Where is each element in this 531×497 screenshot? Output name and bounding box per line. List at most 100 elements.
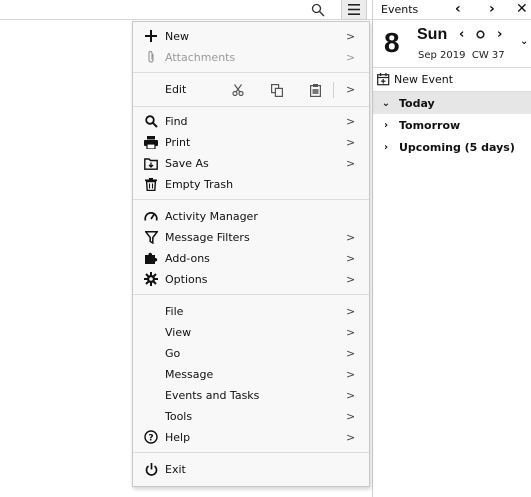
submenu-arrow-icon: > (346, 346, 356, 360)
new-event-icon (377, 73, 390, 86)
menu-label: Help (165, 430, 191, 444)
menu-separator (133, 106, 369, 107)
svg-text:?: ? (148, 434, 153, 444)
mini-day-display: 8 Sun ‹ › ⌄ Sep 2019 CW 37 (373, 20, 531, 68)
prev-day-button[interactable]: ‹ (459, 27, 464, 42)
today-pane: Events ‹ › ✕ 8 Sun ‹ › ⌄ Sep 2019 CW 37 … (373, 0, 531, 497)
printer-icon (143, 134, 159, 150)
menu-item-message[interactable]: Message > (133, 364, 369, 384)
today-pane-header: Events ‹ › ✕ (373, 0, 531, 20)
submenu-arrow-icon: > (346, 325, 356, 339)
menu-edit-label: Edit (165, 83, 187, 96)
chevron-down-icon: ⌄ (381, 97, 391, 109)
submenu-arrow-icon: > (346, 272, 356, 286)
menu-label: View (165, 325, 192, 339)
menu-separator (133, 199, 369, 200)
menu-separator (133, 72, 369, 73)
close-pane-button[interactable]: ✕ (516, 1, 528, 17)
menu-separator (133, 294, 369, 295)
menu-item-empty-trash[interactable]: Empty Trash (133, 174, 369, 194)
search-button[interactable] (306, 0, 330, 20)
search-icon (311, 3, 325, 17)
copy-button[interactable] (264, 81, 290, 99)
agenda-tomorrow[interactable]: › Tomorrow (373, 114, 531, 136)
submenu-arrow-icon: > (346, 304, 356, 318)
submenu-arrow-icon: > (346, 409, 356, 423)
menu-separator (133, 452, 369, 453)
submenu-arrow-icon: > (346, 135, 356, 149)
cut-button[interactable] (225, 81, 251, 99)
menu-item-help[interactable]: ? Help > (133, 427, 369, 447)
menu-item-print[interactable]: Print > (133, 132, 369, 152)
menu-label: Print (165, 135, 191, 149)
submenu-arrow-icon: > (346, 251, 356, 265)
app-menu-button[interactable] (341, 0, 367, 20)
menu-item-exit[interactable]: Exit (133, 459, 369, 479)
day-name: Sun (417, 26, 448, 43)
menu-item-attachments[interactable]: Attachments > (133, 47, 369, 67)
chevron-right-icon: › (383, 141, 389, 153)
search-icon (143, 113, 159, 129)
menu-label: Events and Tasks (165, 388, 260, 402)
gauge-icon (143, 208, 159, 224)
menu-item-activity-manager[interactable]: Activity Manager (133, 206, 369, 226)
menu-item-tools[interactable]: Tools > (133, 406, 369, 426)
agenda-label: Tomorrow (399, 118, 461, 132)
month-year: Sep 2019 (418, 50, 466, 61)
submenu-arrow-icon: > (346, 156, 356, 170)
calendar-week: CW 37 (471, 50, 505, 61)
plus-icon (143, 28, 159, 44)
menu-label: Message Filters (165, 230, 250, 244)
menu-item-addons[interactable]: Add-ons > (133, 248, 369, 268)
menu-label: Message (165, 367, 214, 381)
menu-item-find[interactable]: Find > (133, 111, 369, 131)
copy-icon (271, 83, 283, 97)
scissors-icon (232, 84, 244, 96)
today-button[interactable] (476, 29, 485, 42)
next-day-button[interactable]: › (497, 27, 502, 42)
agenda-label: Upcoming (5 days) (399, 140, 515, 154)
gear-icon (143, 271, 159, 287)
menu-item-save-as[interactable]: Save As > (133, 153, 369, 173)
menu-item-file[interactable]: File > (133, 301, 369, 321)
edit-divider (333, 82, 334, 98)
agenda-label: Today (399, 96, 435, 110)
paste-button[interactable] (302, 81, 328, 99)
menu-label: Empty Trash (165, 177, 234, 191)
expand-calendar-button[interactable]: ⌄ (520, 36, 528, 47)
menu-label: Save As (165, 156, 209, 170)
submenu-arrow-icon: > (346, 430, 356, 444)
submenu-arrow-icon: > (346, 29, 356, 43)
chevron-right-icon: › (383, 119, 389, 131)
next-pane-button[interactable]: › (489, 1, 495, 17)
agenda-today[interactable]: ⌄ Today (373, 92, 531, 114)
menu-item-go[interactable]: Go > (133, 343, 369, 363)
new-event-button[interactable]: New Event (373, 68, 531, 92)
submenu-arrow-icon[interactable]: > (346, 83, 355, 96)
menu-label: Exit (165, 462, 186, 476)
menu-label: Activity Manager (165, 209, 258, 223)
today-circle-icon (476, 30, 485, 39)
submenu-arrow-icon: > (346, 230, 356, 244)
trash-icon (143, 176, 159, 192)
day-number: 8 (384, 27, 400, 58)
menu-item-options[interactable]: Options > (133, 269, 369, 289)
menu-label: Go (165, 346, 181, 360)
menu-label: Attachments (165, 50, 236, 64)
submenu-arrow-icon: > (346, 50, 356, 64)
menu-label: Options (165, 272, 208, 286)
menu-label: Find (165, 114, 188, 128)
puzzle-piece-icon (143, 250, 159, 266)
menu-item-events-and-tasks[interactable]: Events and Tasks > (133, 385, 369, 405)
menu-label: Tools (165, 409, 193, 423)
submenu-arrow-icon: > (346, 367, 356, 381)
menu-item-new[interactable]: New > (133, 26, 369, 46)
today-pane-title: Events (381, 3, 419, 16)
menu-item-message-filters[interactable]: Message Filters > (133, 227, 369, 247)
folder-save-icon (143, 155, 159, 171)
menu-item-view[interactable]: View > (133, 322, 369, 342)
filter-icon (143, 229, 159, 245)
power-icon (143, 461, 159, 477)
agenda-upcoming[interactable]: › Upcoming (5 days) (373, 136, 531, 158)
prev-pane-button[interactable]: ‹ (455, 1, 461, 17)
